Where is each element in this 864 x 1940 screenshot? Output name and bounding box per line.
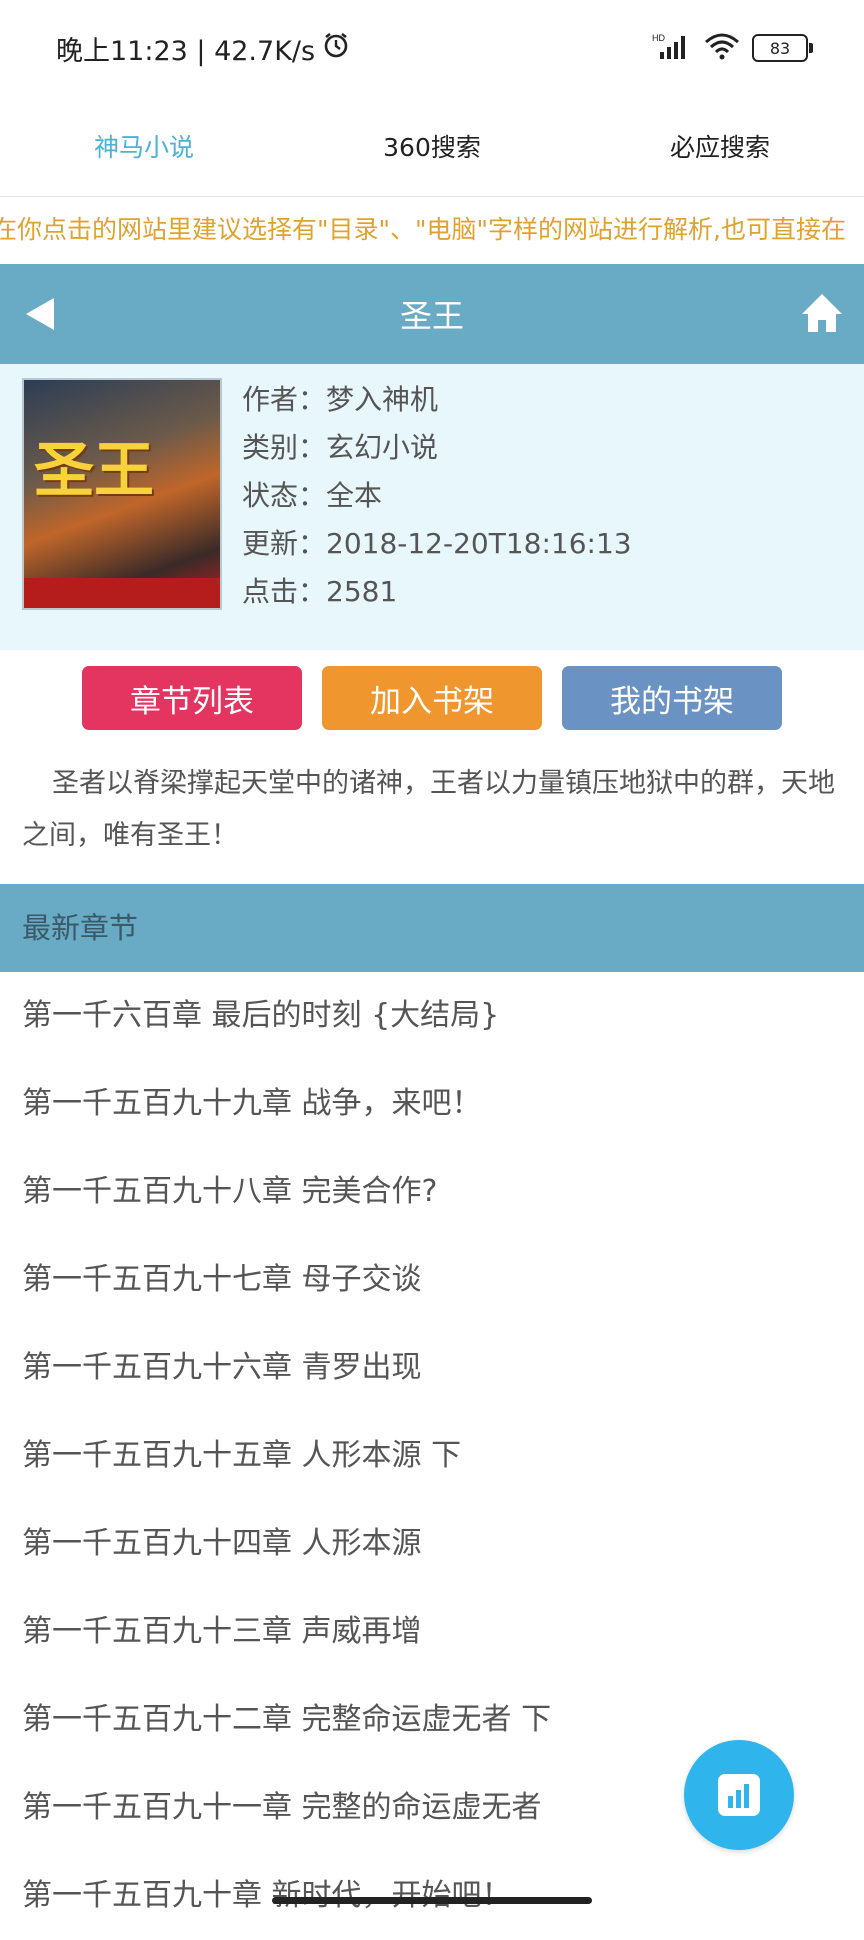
chapter-item[interactable]: 第一千六百章 最后的时刻 {大结局}: [0, 972, 864, 1060]
chapter-item[interactable]: 第一千五百九十章 新时代，开始吧！: [0, 1852, 864, 1940]
alarm-icon: [321, 30, 351, 67]
chapter-item[interactable]: 第一千五百九十九章 战争，来吧！: [0, 1060, 864, 1148]
back-arrow-icon: [26, 298, 54, 330]
action-buttons: 章节列表 加入书架 我的书架: [0, 666, 864, 730]
status-right: HD 83: [652, 32, 813, 64]
chart-icon: [718, 1774, 760, 1816]
book-description: 圣者以脊梁撑起天堂中的诸神，王者以力量镇压地狱中的群，天地之间，唯有圣王！: [22, 768, 835, 851]
tab-360[interactable]: 360搜索: [288, 128, 576, 164]
page-header: 圣王: [0, 264, 864, 364]
book-category: 类别：玄幻小说: [242, 431, 439, 464]
chapter-item[interactable]: 第一千五百九十四章 人形本源: [0, 1500, 864, 1588]
chapter-item[interactable]: 第一千五百九十六章 青罗出现: [0, 1324, 864, 1412]
home-button[interactable]: [800, 292, 844, 338]
chapter-item[interactable]: 第一千五百九十七章 母子交谈: [0, 1236, 864, 1324]
tab-shenma[interactable]: 神马小说: [0, 128, 288, 164]
add-to-shelf-button[interactable]: 加入书架: [322, 666, 542, 730]
search-tabs: 神马小说 360搜索 必应搜索: [0, 96, 864, 197]
svg-text:HD: HD: [652, 33, 665, 43]
status-left: 晚上11:23 | 42.7K/s: [56, 29, 351, 68]
page-title: 圣王: [399, 297, 464, 335]
chapter-item[interactable]: 第一千五百九十三章 声威再增: [0, 1588, 864, 1676]
signal-icon: HD: [652, 32, 692, 64]
notice-marquee: 在你点击的网站里建议选择有"目录"、"电脑"字样的网站进行解析,也可直接在: [0, 215, 846, 244]
book-info: 圣王 作者：梦入神机 类别：玄幻小说 状态：全本 更新：2018-12-20T1…: [0, 364, 864, 650]
book-status: 状态：全本: [242, 479, 383, 512]
book-clicks: 点击：2581: [242, 575, 398, 608]
status-bar: 晚上11:23 | 42.7K/s HD 83: [0, 0, 864, 96]
book-author: 作者：梦入神机: [242, 383, 439, 416]
chapter-item[interactable]: 第一千五百九十八章 完美合作?: [0, 1148, 864, 1236]
book-cover: 圣王: [22, 378, 222, 610]
wifi-icon: [704, 32, 740, 64]
status-time-speed: 晚上11:23 | 42.7K/s: [56, 35, 316, 67]
home-icon: [802, 294, 842, 332]
floating-action-button[interactable]: [684, 1740, 794, 1850]
cover-title: 圣王: [34, 436, 154, 506]
chapter-item[interactable]: 第一千五百九十五章 人形本源 下: [0, 1412, 864, 1500]
latest-chapters-header: 最新章节: [0, 884, 864, 972]
chapter-list-button[interactable]: 章节列表: [82, 666, 302, 730]
battery-indicator: 83: [752, 34, 813, 62]
cover-band: [24, 578, 220, 608]
book-meta: 作者：梦入神机 类别：玄幻小说 状态：全本 更新：2018-12-20T18:1…: [242, 376, 632, 616]
home-indicator[interactable]: [272, 1897, 592, 1904]
book-updated: 更新：2018-12-20T18:16:13: [242, 527, 632, 560]
my-shelf-button[interactable]: 我的书架: [562, 666, 782, 730]
tab-bing[interactable]: 必应搜索: [576, 128, 864, 164]
back-button[interactable]: [22, 294, 58, 338]
